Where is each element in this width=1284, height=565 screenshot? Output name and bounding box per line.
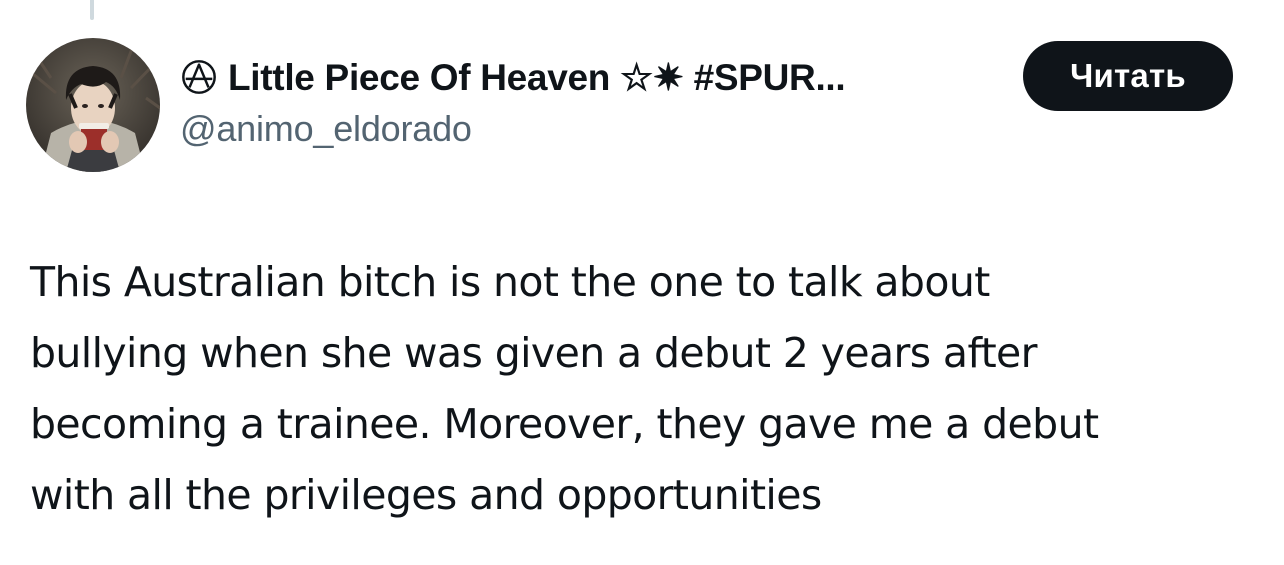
avatar[interactable]	[26, 38, 160, 172]
profile-photo	[26, 38, 160, 172]
tweet-text-line: becoming a trainee. Moreover, they gave …	[30, 400, 1099, 448]
thread-connector-line	[90, 0, 94, 20]
tweet-text-line: bullying when she was given a debut 2 ye…	[30, 329, 1038, 377]
anarchy-circle-icon	[182, 60, 216, 94]
tweet-text-line: This Australian bitch is not the one to …	[30, 258, 990, 306]
follow-button[interactable]: Читать	[1023, 41, 1233, 111]
tweet-text-line: with all the privileges and opportunitie…	[30, 471, 822, 519]
tweet-text: This Australian bitch is not the one to …	[30, 247, 1260, 531]
author-name-row[interactable]: Little Piece Of Heaven ☆✷ #SPUR...	[180, 54, 846, 100]
author-handle[interactable]: @animo_eldorado	[180, 108, 472, 150]
author-display-name[interactable]: Little Piece Of Heaven ☆✷ #SPUR...	[228, 56, 846, 99]
